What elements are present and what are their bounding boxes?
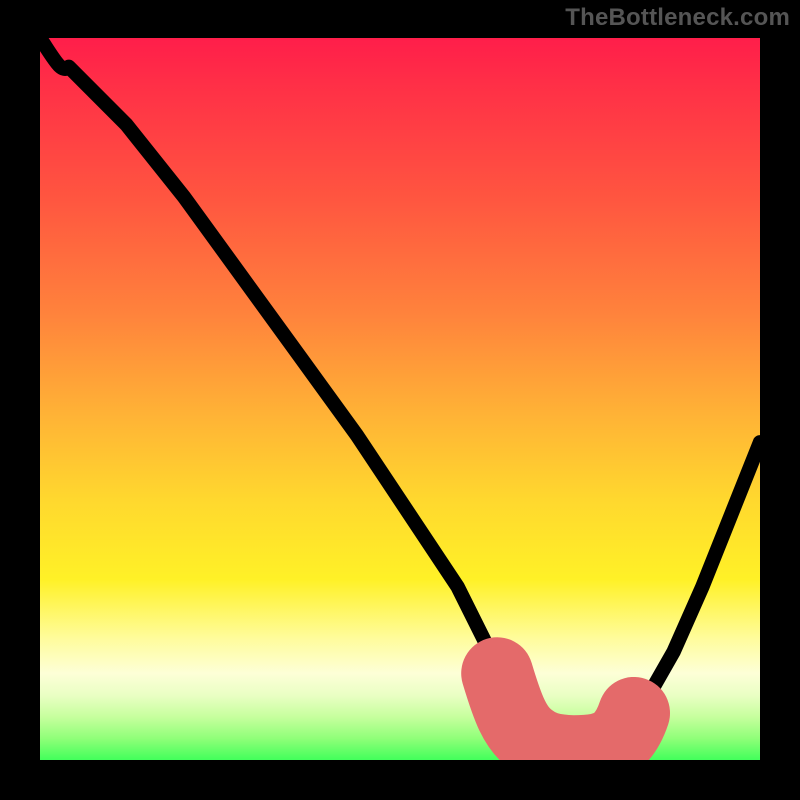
- plot-area: [40, 38, 760, 760]
- bottleneck-curve: [40, 38, 760, 753]
- plot-svg: [40, 38, 760, 760]
- chart-frame: TheBottleneck.com: [0, 0, 800, 800]
- watermark-text: TheBottleneck.com: [565, 4, 790, 32]
- optimal-highlight: [497, 673, 634, 751]
